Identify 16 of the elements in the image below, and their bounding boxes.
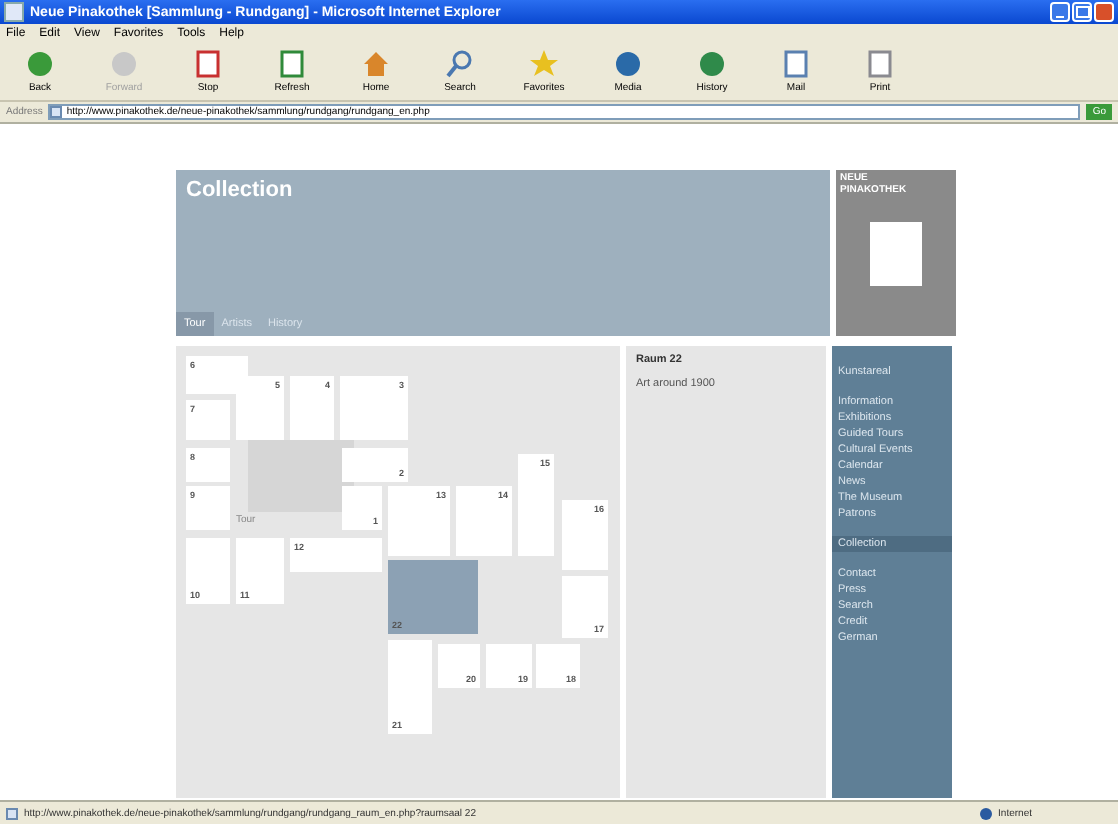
globe-icon — [980, 807, 993, 819]
print-icon — [866, 49, 894, 77]
page-icon — [6, 807, 18, 819]
minimize-button[interactable] — [1050, 2, 1070, 22]
refresh-icon — [278, 49, 306, 77]
courtyard — [248, 440, 354, 512]
mail-icon — [782, 49, 810, 77]
maximize-button[interactable] — [1072, 2, 1092, 22]
page-title: Collection — [184, 176, 295, 206]
browser-icon — [4, 2, 24, 22]
close-button[interactable] — [1094, 2, 1114, 22]
stop-icon — [194, 49, 222, 77]
favorites-icon — [530, 49, 558, 77]
search-icon — [446, 49, 474, 77]
logo-square-icon — [870, 221, 922, 285]
home-icon — [362, 49, 390, 77]
